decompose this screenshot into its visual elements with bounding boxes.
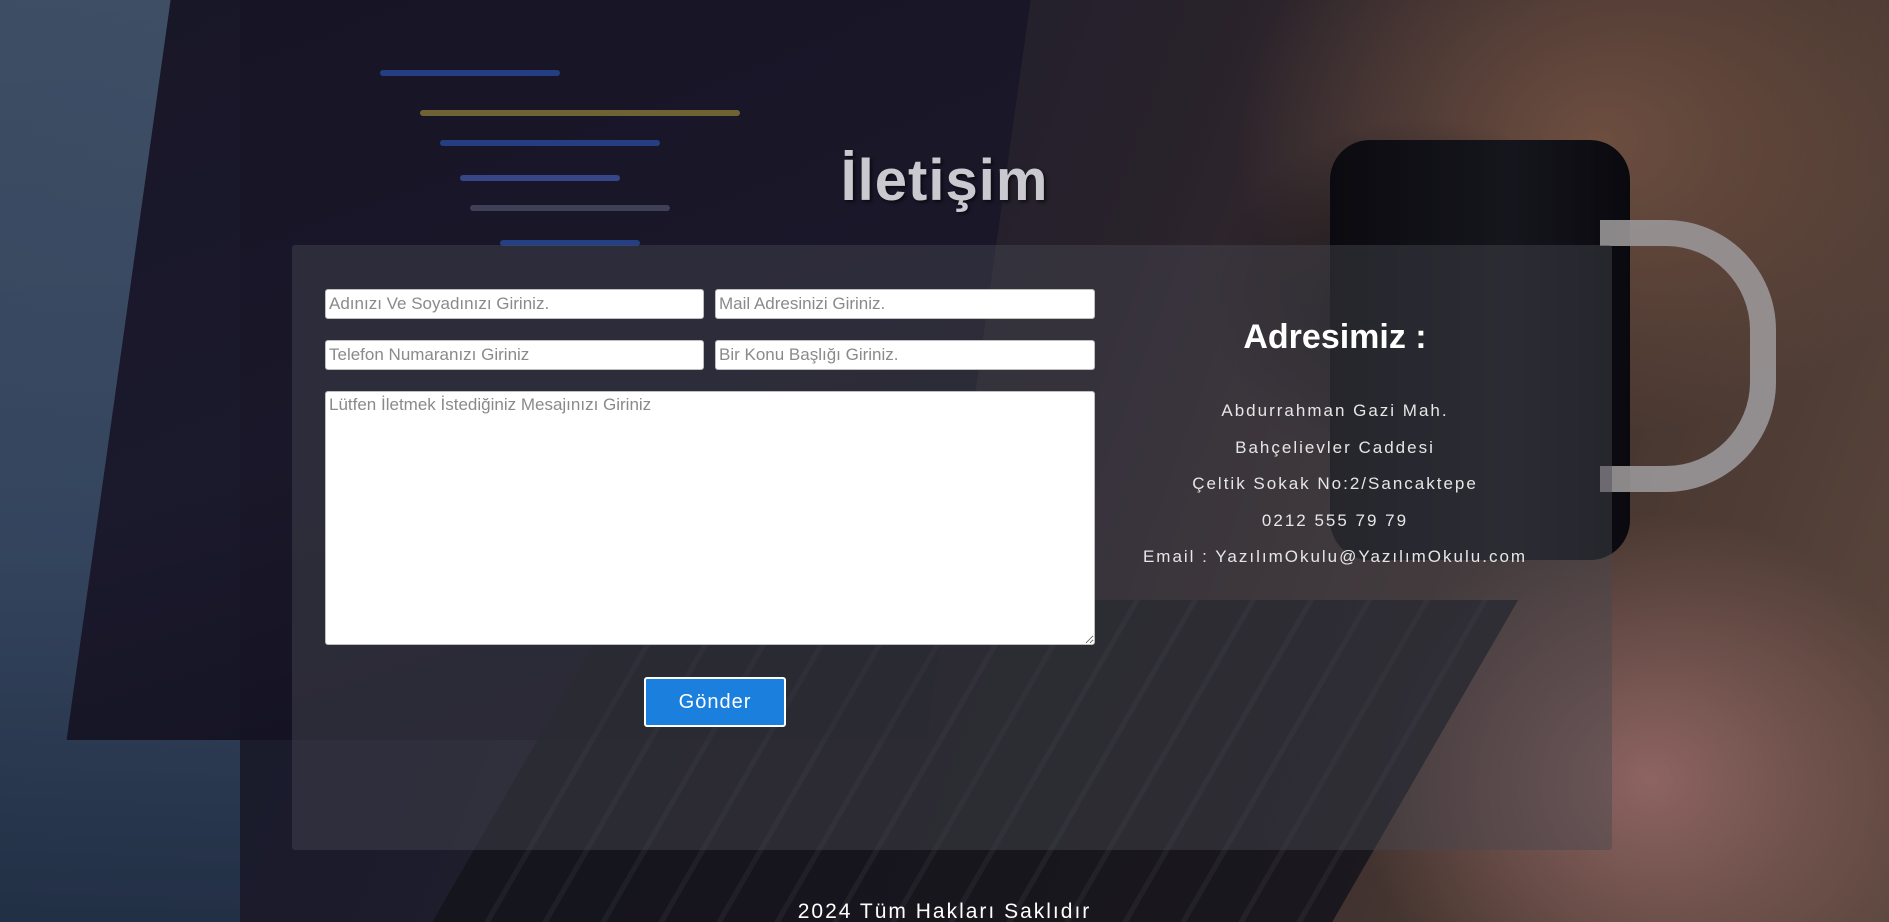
- address-line-street: Abdurrahman Gazi Mah.: [1221, 401, 1449, 420]
- email-input[interactable]: [715, 289, 1095, 319]
- submit-button[interactable]: Gönder: [644, 677, 786, 727]
- name-input[interactable]: [325, 289, 704, 319]
- address-line-avenue: Bahçelievler Caddesi: [1235, 437, 1435, 457]
- phone-input[interactable]: [325, 340, 704, 370]
- page-title: İletişim: [840, 147, 1049, 213]
- address-line-district: Çeltik Sokak No:2/Sancaktepe: [1192, 474, 1478, 493]
- subject-input[interactable]: [715, 340, 1095, 370]
- footer-copyright: 2024 Tüm Hakları Saklıdır: [797, 900, 1092, 922]
- address-phone: 0212 555 79 79: [1261, 510, 1409, 530]
- address-email: Email : YazılımOkulu@YazılımOkulu.com: [1142, 547, 1528, 566]
- address-heading: Adresimiz :: [1243, 318, 1427, 356]
- message-textarea[interactable]: [325, 391, 1095, 645]
- address-block: Adresimiz : Abdurrahman Gazi Mah. Bahçel…: [1110, 318, 1560, 576]
